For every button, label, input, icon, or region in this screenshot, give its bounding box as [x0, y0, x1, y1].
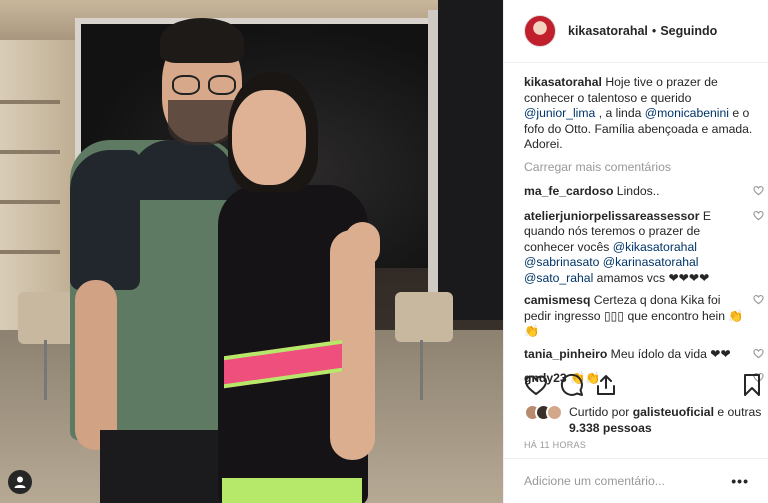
heart-icon[interactable] — [524, 373, 548, 397]
comment-input[interactable]: Adicione um comentário... — [524, 474, 731, 488]
post-header: kikasatorahal • Seguindo — [504, 0, 768, 63]
likes-text: Curtido por galisteuoficial e outras 9.3… — [569, 405, 762, 435]
comment-username[interactable]: tania_pinheiro — [524, 347, 607, 361]
small-heart-icon[interactable] — [752, 348, 764, 365]
mention-link[interactable]: @sato_rahal — [524, 271, 593, 285]
likes-summary: Curtido por galisteuoficial e outras 9.3… — [524, 404, 768, 436]
liker-avatar — [546, 404, 563, 421]
small-heart-icon[interactable] — [752, 210, 764, 227]
comment-text: Lindos.. — [613, 184, 660, 198]
comment-item: tania_pinheiro Meu ídolo da vida ❤❤ — [524, 347, 764, 365]
likes-count[interactable]: 9.338 pessoas — [569, 421, 652, 435]
add-comment-bar: Adicione um comentário... ••• — [504, 458, 768, 503]
load-more-comments-link[interactable]: Carregar mais comentários — [524, 160, 764, 176]
mention-link[interactable]: @junior_lima — [524, 106, 595, 120]
comment-text: , a linda — [595, 106, 645, 120]
header-separator: • — [651, 24, 657, 38]
post-timestamp[interactable]: HÁ 11 HORAS — [524, 440, 586, 450]
caption-username[interactable]: kikasatorahal — [524, 75, 602, 89]
liker-avatars[interactable] — [524, 404, 563, 421]
mention-link[interactable]: @sabrinasato — [524, 255, 599, 269]
comment-username[interactable]: camismesq — [524, 293, 590, 307]
comment-item: ma_fe_cardoso Lindos.. — [524, 184, 764, 202]
user-tag-icon[interactable] — [8, 470, 32, 494]
comment-username[interactable]: atelierjuniorpelissareassessor — [524, 209, 699, 223]
liked-by-user[interactable]: galisteuoficial — [633, 405, 714, 419]
mention-link[interactable]: @kikasatorahal — [613, 240, 697, 254]
follow-button[interactable]: Seguindo — [660, 24, 717, 38]
small-heart-icon[interactable] — [752, 185, 764, 202]
share-icon[interactable] — [594, 373, 618, 397]
small-heart-icon[interactable] — [752, 294, 764, 311]
post-photo[interactable] — [0, 0, 503, 503]
bookmark-icon[interactable] — [740, 373, 764, 397]
author-username[interactable]: kikasatorahal — [568, 24, 648, 38]
action-bar — [524, 373, 760, 403]
more-options-icon[interactable]: ••• — [731, 473, 749, 489]
caption: kikasatorahal Hoje tive o prazer de conh… — [524, 75, 764, 153]
post-sidebar: kikasatorahal • Seguindo kikasatorahal H… — [503, 0, 768, 503]
comment-item: camismesq Certeza q dona Kika foi pedir … — [524, 293, 764, 340]
mention-link[interactable]: @monicabenini — [645, 106, 729, 120]
comment-username[interactable]: ma_fe_cardoso — [524, 184, 613, 198]
mention-link[interactable]: @karinasatorahal — [603, 255, 699, 269]
comment-icon[interactable] — [560, 373, 584, 397]
comment-item: atelierjuniorpelissareassessor E quando … — [524, 209, 764, 287]
comment-text: amamos vcs ❤❤❤❤ — [593, 270, 710, 285]
comment-text: Meu ídolo da vida ❤❤ — [607, 346, 731, 361]
comments-list: kikasatorahal Hoje tive o prazer de conh… — [524, 75, 764, 396]
author-avatar[interactable] — [524, 15, 556, 47]
